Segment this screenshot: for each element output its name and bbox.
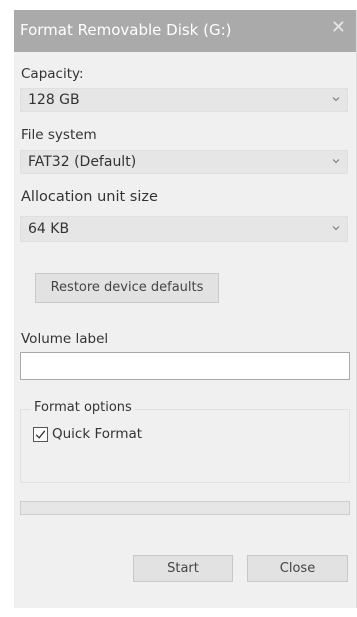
start-label: Start (167, 561, 199, 576)
quick-format-checkbox[interactable] (33, 427, 48, 442)
start-button[interactable]: Start (133, 555, 233, 582)
format-options-group: Format options Quick Format (20, 400, 350, 483)
file-system-select[interactable]: FAT32 (Default) (20, 150, 348, 174)
window-title: Format Removable Disk (G:) (20, 21, 232, 39)
quick-format-label: Quick Format (52, 426, 143, 442)
chevron-down-icon (332, 226, 340, 231)
checkmark-icon (35, 430, 46, 439)
volume-label: Volume label (21, 331, 109, 347)
title-bar[interactable]: Format Removable Disk (G:) ✕ (14, 10, 356, 52)
restore-defaults-button[interactable]: Restore device defaults (35, 273, 219, 303)
allocation-select[interactable]: 64 KB (20, 216, 348, 242)
file-system-value: FAT32 (Default) (28, 154, 137, 170)
capacity-value: 128 GB (28, 92, 80, 108)
format-dialog: Format Removable Disk (G:) ✕ Capacity: 1… (14, 10, 357, 608)
allocation-label: Allocation unit size (21, 189, 158, 205)
file-system-label: File system (21, 127, 97, 143)
capacity-label: Capacity: (21, 66, 84, 82)
chevron-down-icon (332, 97, 340, 102)
format-progress-bar (20, 501, 350, 515)
allocation-value: 64 KB (28, 221, 70, 237)
restore-defaults-label: Restore device defaults (50, 280, 204, 295)
chevron-down-icon (332, 159, 340, 164)
capacity-select[interactable]: 128 GB (20, 88, 348, 112)
close-icon[interactable]: ✕ (331, 18, 346, 38)
close-label: Close (279, 561, 316, 576)
volume-label-input[interactable] (20, 352, 350, 380)
close-button[interactable]: Close (247, 555, 348, 582)
format-options-title: Format options (31, 400, 135, 415)
